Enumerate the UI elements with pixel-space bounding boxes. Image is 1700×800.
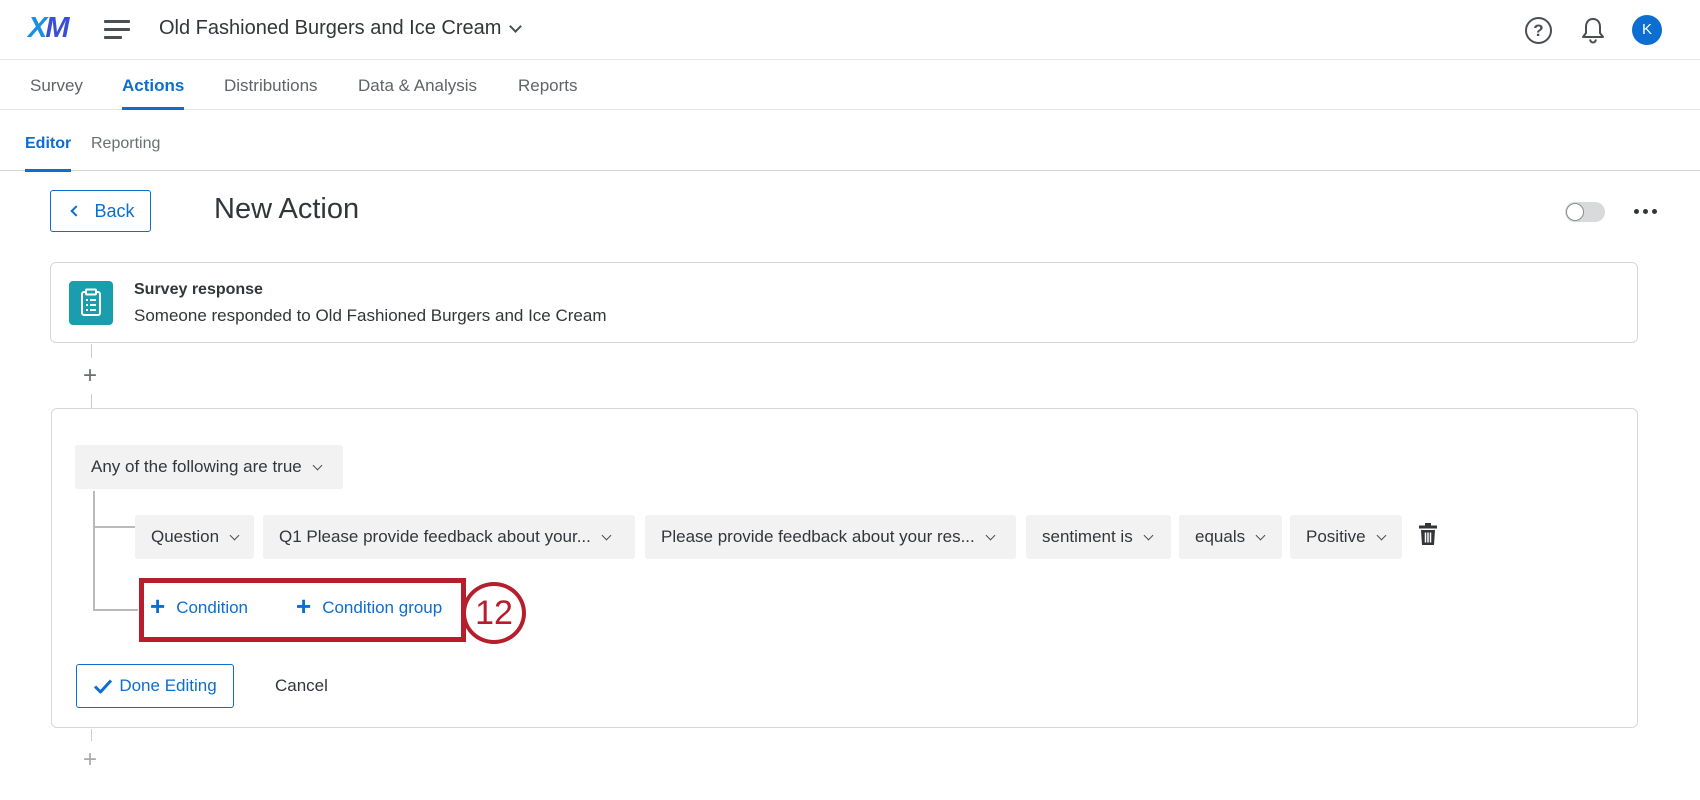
connector-line <box>91 729 92 741</box>
tab-survey[interactable]: Survey <box>30 76 83 110</box>
highlight-box <box>139 578 466 642</box>
condition-type-dropdown[interactable]: Question <box>135 515 254 559</box>
action-enable-toggle[interactable] <box>1565 202 1605 222</box>
tab-reporting[interactable]: Reporting <box>91 135 160 171</box>
value-label: Positive <box>1306 527 1366 546</box>
trigger-description: Someone responded to Old Fashioned Burge… <box>134 306 607 325</box>
trigger-title: Survey response <box>134 281 263 298</box>
help-icon[interactable]: ? <box>1525 17 1552 44</box>
tab-editor[interactable]: Editor <box>25 135 72 172</box>
logo-x: X <box>28 12 47 44</box>
add-step-plus-icon[interactable]: + <box>83 748 97 772</box>
toggle-knob <box>1566 203 1584 221</box>
hamburger-menu-icon[interactable] <box>104 19 130 39</box>
tab-data-analysis[interactable]: Data & Analysis <box>358 76 477 110</box>
field-dropdown[interactable]: Please provide feedback about your res..… <box>645 515 1016 559</box>
chevron-down-icon <box>229 530 240 540</box>
metric-label: sentiment is <box>1042 527 1133 546</box>
connector-line <box>91 394 92 408</box>
project-name: Old Fashioned Burgers and Ice Cream <box>159 17 502 39</box>
done-editing-button[interactable]: Done Editing <box>76 664 234 708</box>
metric-dropdown[interactable]: sentiment is <box>1026 515 1171 559</box>
xm-logo[interactable]: XM <box>28 12 70 45</box>
done-editing-label: Done Editing <box>119 676 217 695</box>
chevron-down-icon <box>601 530 612 540</box>
back-button[interactable]: Back <box>50 190 151 232</box>
tab-reports[interactable]: Reports <box>518 76 578 110</box>
more-options-icon[interactable] <box>1634 203 1660 219</box>
tree-line <box>93 526 135 528</box>
tree-line <box>93 609 138 611</box>
value-dropdown[interactable]: Positive <box>1290 515 1402 559</box>
cancel-button[interactable]: Cancel <box>275 676 328 696</box>
chevron-down-icon <box>1143 530 1154 540</box>
trigger-card[interactable]: Survey response Someone responded to Old… <box>50 262 1638 343</box>
top-bar: XM Old Fashioned Burgers and Ice Cream ?… <box>0 0 1700 60</box>
field-label: Please provide feedback about your res..… <box>661 527 975 546</box>
group-operator-label: Any of the following are true <box>91 457 302 476</box>
step-number-badge: 12 <box>462 582 526 644</box>
page-title: New Action <box>214 193 360 225</box>
project-selector[interactable]: Old Fashioned Burgers and Ice Cream <box>159 17 523 40</box>
chevron-left-icon <box>70 205 83 217</box>
chevron-down-icon <box>509 19 523 33</box>
bell-icon[interactable] <box>1580 16 1606 44</box>
tab-actions[interactable]: Actions <box>122 76 185 110</box>
chevron-down-icon <box>1255 530 1266 540</box>
tab-distributions[interactable]: Distributions <box>224 76 318 110</box>
chevron-down-icon <box>1376 530 1386 540</box>
connector-line <box>91 344 92 358</box>
chevron-down-icon <box>985 530 996 540</box>
chevron-down-icon <box>312 460 323 470</box>
add-step-plus-icon[interactable]: + <box>83 364 97 388</box>
tree-line <box>93 491 95 611</box>
checkmark-icon <box>94 679 113 694</box>
question-dropdown[interactable]: Q1 Please provide feedback about your... <box>263 515 635 559</box>
operator-dropdown[interactable]: equals <box>1179 515 1282 559</box>
user-avatar[interactable]: K <box>1632 15 1662 45</box>
operator-label: equals <box>1195 527 1246 546</box>
trash-icon[interactable] <box>1418 522 1438 546</box>
condition-type-label: Question <box>151 527 220 546</box>
question-label: Q1 Please provide feedback about your... <box>279 527 591 546</box>
sub-nav: Editor Reporting <box>0 111 1700 172</box>
back-label: Back <box>94 200 135 221</box>
group-operator-dropdown[interactable]: Any of the following are true <box>75 445 343 489</box>
main-nav: Survey Actions Distributions Data & Anal… <box>0 60 1700 110</box>
clipboard-icon <box>69 281 113 325</box>
logo-m: M <box>45 12 69 44</box>
